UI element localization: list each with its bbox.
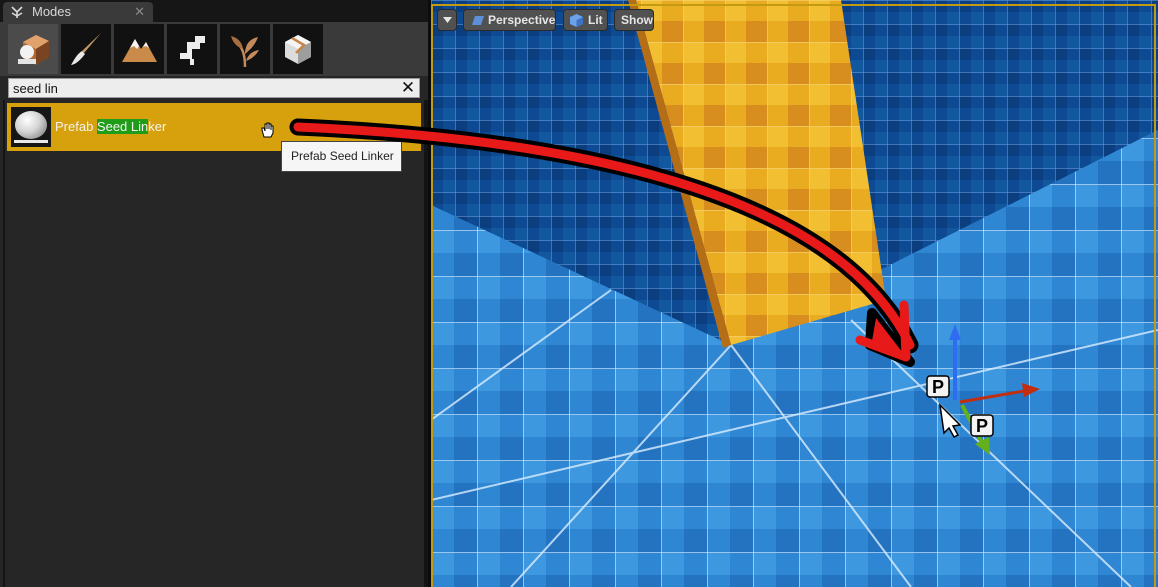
lit-button[interactable]: Lit: [563, 9, 608, 31]
tab-modes[interactable]: Modes ✕: [3, 2, 153, 22]
fracture-mode-button[interactable]: [273, 24, 323, 74]
paint-brush-icon: [71, 33, 101, 65]
lit-cube-icon: [570, 14, 583, 27]
viewport-scene: [431, 0, 1158, 587]
geometry-edit-icon: [231, 36, 259, 68]
fracture-cube-icon: [285, 35, 311, 64]
modes-toolbar: [0, 22, 428, 76]
clear-search-icon[interactable]: ✕: [400, 79, 416, 97]
grab-hand-cursor-icon: [261, 122, 274, 138]
sphere-actor-icon: [11, 107, 51, 147]
perspective-icon: [472, 16, 484, 25]
place-mode-button[interactable]: [8, 24, 58, 74]
level-viewport[interactable]: [431, 0, 1158, 587]
perspective-button[interactable]: Perspective: [463, 9, 556, 31]
foliage-leaf-icon: [180, 36, 205, 65]
search-input[interactable]: [13, 80, 383, 96]
panel-left-edge: [3, 100, 5, 587]
modes-tab-icon: [11, 6, 23, 18]
show-button[interactable]: Show: [614, 9, 654, 31]
lit-label: Lit: [588, 13, 603, 27]
viewport-menu-button[interactable]: [437, 9, 457, 31]
result-label-prefix: Prefab: [55, 119, 97, 134]
landscape-mode-button[interactable]: [114, 24, 164, 74]
viewport-menu-arrow-icon: [443, 17, 452, 23]
result-label-highlight: Seed Lin: [96, 119, 149, 134]
foliage-mode-button[interactable]: [167, 24, 217, 74]
paint-mode-button[interactable]: [61, 24, 111, 74]
place-mode-icon: [18, 35, 49, 65]
tab-strip: Modes ✕: [0, 0, 428, 22]
show-label: Show: [621, 13, 653, 27]
geometry-mode-button[interactable]: [220, 24, 270, 74]
perspective-label: Perspective: [488, 13, 556, 27]
tooltip: Prefab Seed Linker: [281, 141, 402, 172]
landscape-mountain-icon: [122, 39, 157, 62]
search-box[interactable]: ✕: [8, 78, 420, 98]
result-label: Prefab Seed Linker: [55, 119, 167, 134]
tab-close-icon[interactable]: ✕: [134, 4, 145, 20]
result-label-suffix: ker: [148, 119, 167, 134]
tab-title: Modes: [32, 4, 72, 19]
